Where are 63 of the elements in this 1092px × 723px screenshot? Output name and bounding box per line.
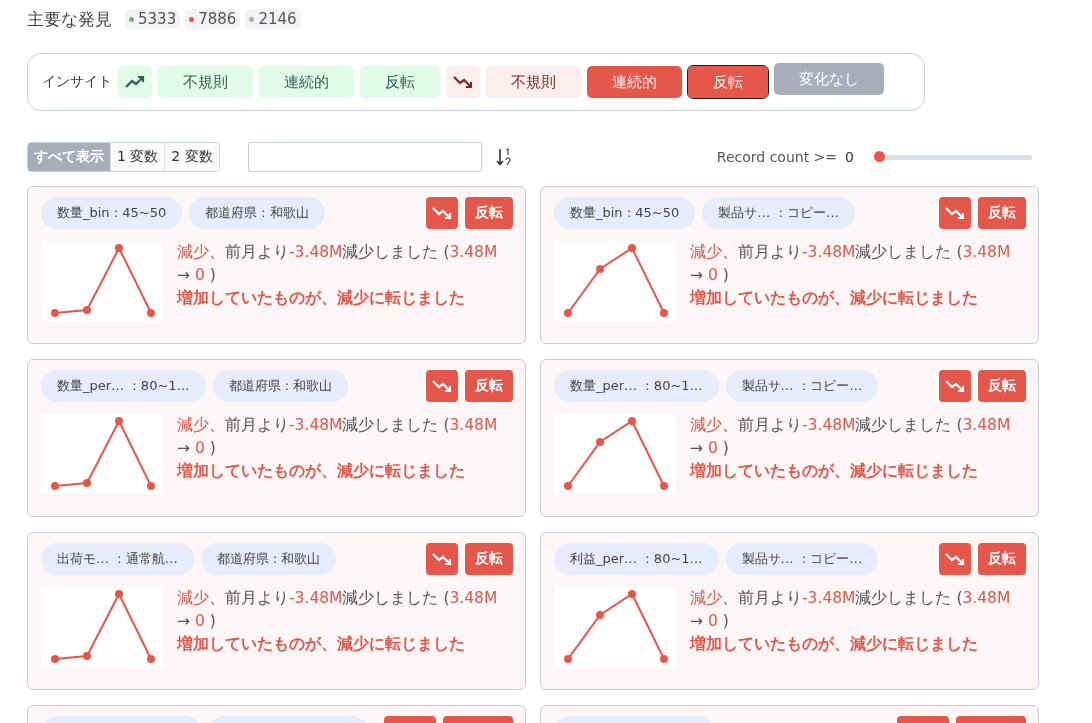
insight-description: 減少、前月より-3.48M減少しました (3.48M → 0 ) [690,415,1012,459]
count-badge: 2146 [245,9,301,29]
insight-filter-chip[interactable]: 不規則 [158,66,253,98]
insight-filter-chip[interactable]: 反転 [688,66,768,98]
filter-tag: 利益_per… : 80~1… [554,542,719,575]
filter-tag: 都道府県 : 和歌山 [212,369,349,402]
insight-description: 増加していたものが、減少に転じました [690,288,979,309]
insight-description: 増加していたものが、減少に転じました [177,461,466,482]
trend-down-button[interactable] [426,196,458,229]
view-tab[interactable]: 2 変数 [164,143,219,171]
insight-description: 減少、前月より-3.48M減少しました (3.48M → 0 ) [177,415,499,459]
count-badge: 5333 [125,9,181,29]
trend-down-icon [945,205,965,220]
filter-tag: 製品サ… : コピー… [725,542,879,575]
reversal-button[interactable]: 反転 [978,542,1026,575]
insight-description: 減少、前月より-3.48M減少しました (3.48M → 0 ) [690,588,1012,632]
trend-down-button[interactable] [426,369,458,402]
sort-icon[interactable] [495,147,512,167]
filter-tag: 都道府県 : 和歌山 [189,196,325,229]
trend-down-button[interactable] [939,196,971,229]
trend-down-icon [432,205,452,220]
insight-filter-chip[interactable]: 連続的 [259,66,354,98]
insight-filter-chip[interactable]: 連続的 [587,66,682,98]
insight-filter-chip[interactable]: 不規則 [486,66,581,98]
insight-filter-chip[interactable]: 反転 [360,66,440,98]
filter-tag: 数量_per… : 80~1… [554,369,719,402]
count-badge: 7886 [185,9,241,29]
reversal-button[interactable]: 反転 [978,196,1026,229]
insight-description: 増加していたものが、減少に転じました [177,288,466,309]
filter-tag: 数量_bin : 45~50 [41,196,183,229]
trend-down-button[interactable] [426,542,458,575]
insight-description: 減少、前月より-3.48M減少しました (3.48M → 0 ) [177,588,499,632]
filter-tag: 都道府県 : 和歌山 [200,542,337,575]
filter-tag: 数量_bin : 45~50 [554,196,696,229]
insight-description: 減少、前月より-3.48M減少しました (3.48M → 0 ) [690,242,1012,286]
trend-down-icon [432,378,452,393]
trend-down-icon [432,551,452,566]
view-tab[interactable]: 1 変数 [110,143,165,171]
trend-down-icon [945,551,965,566]
trend-up-icon[interactable] [118,66,152,98]
trend-down-button[interactable] [939,369,971,402]
filter-label: インサイト [42,73,112,91]
insight-filter-chip[interactable]: 変化なし [774,63,884,95]
insight-description: 増加していたものが、減少に転じました [690,461,979,482]
reversal-button[interactable]: 反転 [465,369,513,402]
reversal-button[interactable]: 反転 [978,369,1026,402]
filter-tag: 製品サ… : コピー… [725,369,879,402]
trend-down-button[interactable] [939,542,971,575]
record-count-value: 0 [845,149,854,165]
insight-description: 増加していたものが、減少に転じました [690,634,979,655]
reversal-button[interactable]: 反転 [465,196,513,229]
reversal-button[interactable]: 反転 [465,542,513,575]
filter-tag: 数量_per… : 80~1… [41,369,206,402]
insight-description: 減少、前月より-3.48M減少しました (3.48M → 0 ) [177,242,499,286]
filter-tag: 出荷モ… : 通常航… [41,542,194,575]
insight-description: 増加していたものが、減少に転じました [177,634,466,655]
trend-down-icon[interactable] [446,66,480,98]
record-count-label: Record count >= [716,149,838,165]
trend-down-icon [945,378,965,393]
search-field[interactable] [247,142,482,172]
section-title: 主要な発見 [27,7,112,31]
filter-tag: 製品サ… : コピー… [702,196,855,229]
view-tab[interactable]: すべて表示 [28,143,110,171]
